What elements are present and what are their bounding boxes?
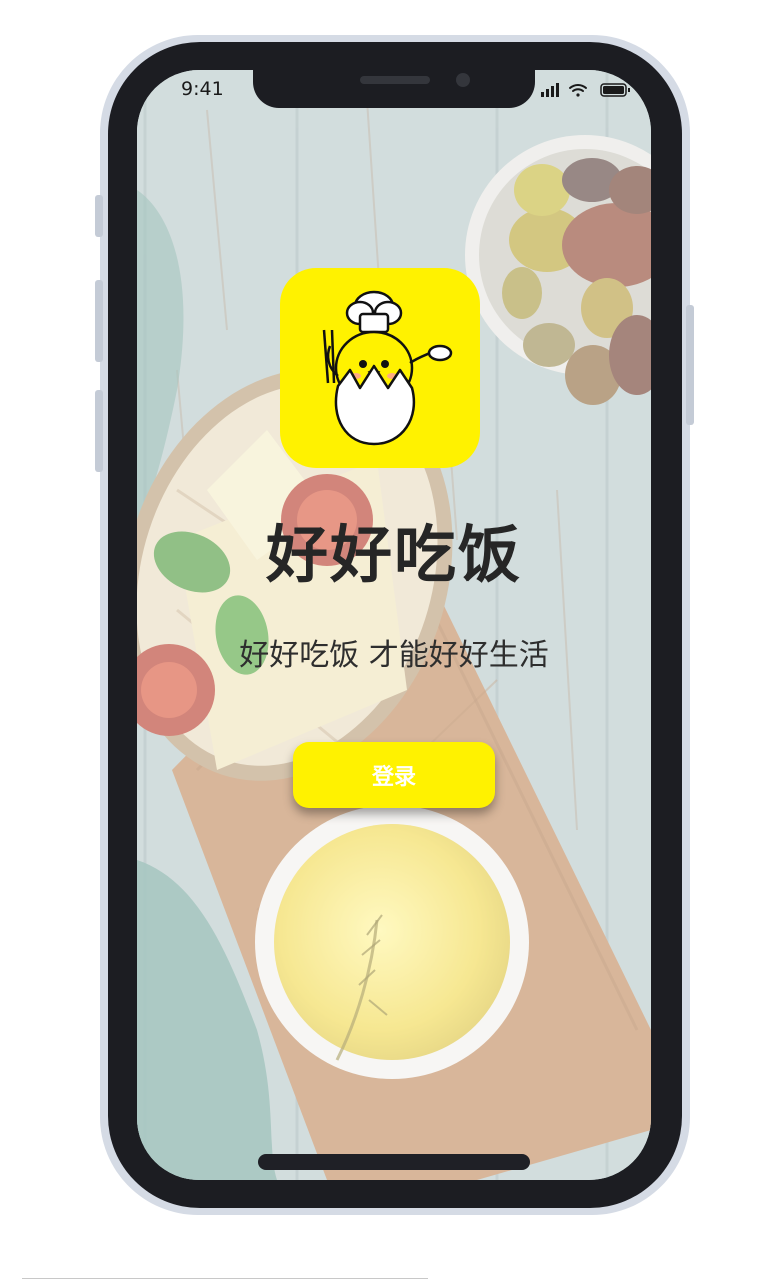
app-title: 好好吃饭	[265, 518, 522, 591]
app-screen: 9:41 好好吃饭 好好吃饭 才能好好生活 登录	[137, 70, 651, 1180]
mute-switch	[95, 195, 103, 237]
home-indicator	[258, 1154, 530, 1170]
chick-chef-in-eggshell-icon	[322, 290, 453, 446]
volume-down-button	[95, 390, 103, 472]
notch	[253, 70, 535, 108]
wifi-icon	[569, 84, 587, 97]
volume-up-button	[95, 280, 103, 362]
battery-icon	[600, 83, 630, 97]
bottom-divider	[22, 1278, 428, 1279]
food-background-image	[137, 70, 651, 1180]
front-camera	[456, 73, 470, 87]
login-button[interactable]: 登录	[293, 742, 495, 808]
power-button	[686, 305, 694, 425]
cellular-signal-icon	[541, 83, 559, 97]
status-time: 9:41	[181, 78, 224, 100]
app-tagline: 好好吃饭 才能好好生活	[239, 638, 549, 673]
status-icons	[541, 82, 633, 102]
speaker-grille	[360, 76, 430, 84]
app-logo	[280, 268, 480, 468]
